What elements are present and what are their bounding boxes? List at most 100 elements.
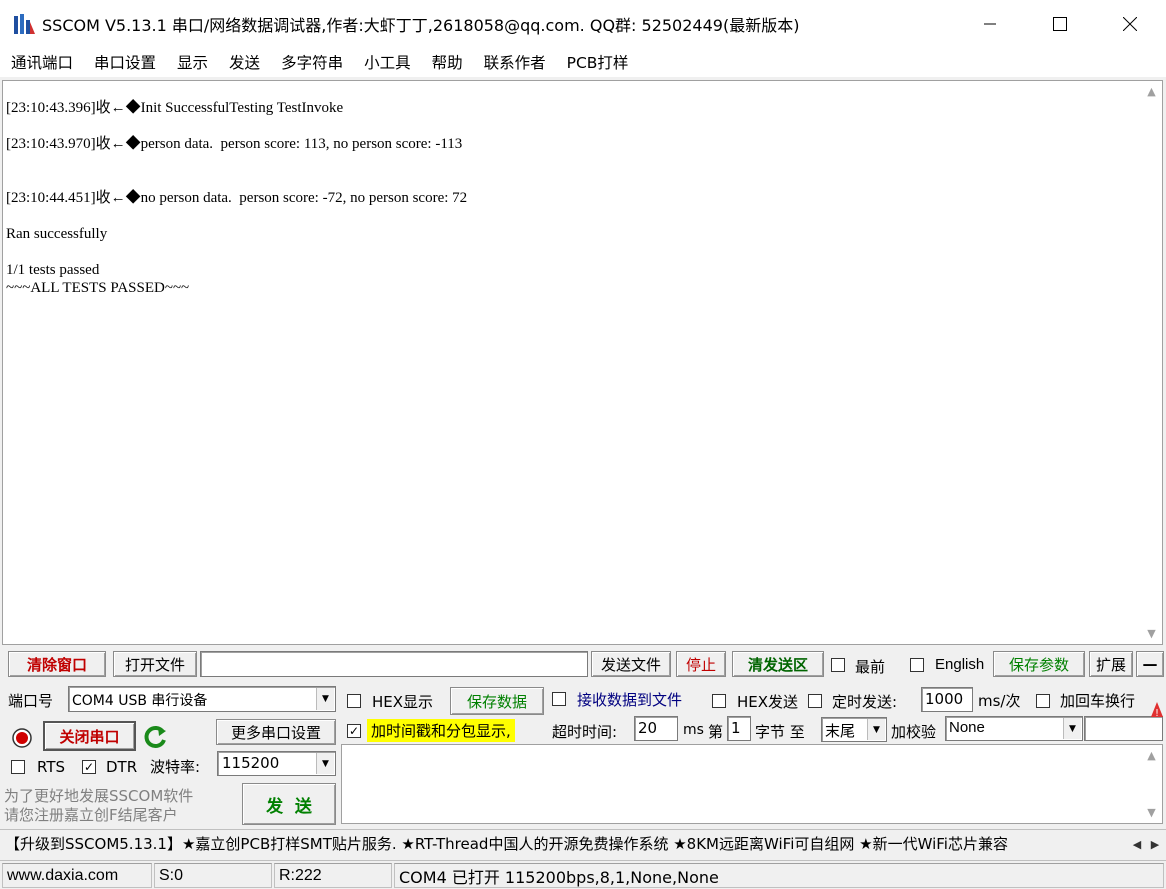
stop-label: 停止 <box>685 655 716 674</box>
stop-button[interactable]: 停止 <box>676 651 726 677</box>
file-path-input[interactable] <box>200 651 588 677</box>
status-received-count: R:222 <box>274 863 392 888</box>
promo-line-1: 为了更好地发展SSCOM软件 <box>4 787 194 805</box>
save-params-label: 保存参数 <box>1008 655 1069 674</box>
save-data-button[interactable]: 保存数据 <box>450 687 544 715</box>
receive-text-area[interactable]: [23:10:43.396]收←◆Init SuccessfulTesting … <box>2 80 1163 645</box>
port-select[interactable]: COM4 USB 串行设备 ▼ <box>68 686 336 712</box>
menu-comm-port[interactable]: 通讯端口 <box>11 51 73 73</box>
timeout-unit: ms <box>683 722 704 738</box>
receive-line: 1/1 tests passed <box>6 262 100 278</box>
byte-index-input[interactable]: 1 <box>727 716 751 741</box>
menu-bar: 通讯端口 串口设置 显示 发送 多字符串 小工具 帮助 联系作者 PCB打样 <box>0 47 1166 77</box>
status-sent-count: S:0 <box>154 863 272 888</box>
chevron-down-icon[interactable]: ▼ <box>316 688 334 710</box>
timeout-label: 超时时间: <box>552 723 618 741</box>
close-button[interactable] <box>1095 0 1165 47</box>
recv-to-file-checkbox[interactable] <box>552 692 566 706</box>
baud-select[interactable]: 115200 ▼ <box>217 751 336 776</box>
save-params-button[interactable]: 保存参数 <box>993 651 1085 677</box>
add-crlf-checkbox[interactable] <box>1036 694 1050 708</box>
save-data-label: 保存数据 <box>466 692 527 711</box>
refresh-icon[interactable] <box>143 724 169 750</box>
scroll-up-icon[interactable]: ▲ <box>1141 81 1162 102</box>
clear-window-button[interactable]: 清除窗口 <box>8 651 106 677</box>
menu-send[interactable]: 发送 <box>229 51 260 73</box>
chevron-down-icon[interactable]: ▼ <box>316 753 334 774</box>
close-port-label: 关闭串口 <box>59 727 120 746</box>
scroll-down-icon[interactable]: ▼ <box>1141 802 1162 823</box>
topmost-label: 最前 <box>855 658 886 676</box>
interval-input[interactable]: 1000 <box>921 687 973 712</box>
timestamp-checkbox[interactable]: ✓ <box>347 724 361 738</box>
open-file-label: 打开文件 <box>124 655 185 674</box>
to-select[interactable]: 末尾 ▼ <box>821 717 887 742</box>
send-scrollbar[interactable]: ▲ ▼ <box>1141 745 1162 823</box>
hex-send-label: HEX发送 <box>737 693 799 711</box>
interval-unit: ms/次 <box>978 692 1021 710</box>
send-label: 发 送 <box>266 796 312 817</box>
window-title: SSCOM V5.13.1 串口/网络数据调试器,作者:大虾丁丁,2618058… <box>42 16 800 35</box>
clear-send-label: 清发送区 <box>747 655 808 674</box>
port-label: 端口号 <box>8 692 54 710</box>
expand-label: 扩展 <box>1095 655 1126 674</box>
menu-serial-settings[interactable]: 串口设置 <box>94 51 156 73</box>
clear-window-label: 清除窗口 <box>26 655 87 674</box>
checksum-select[interactable]: None ▼ <box>945 716 1083 741</box>
menu-pcb[interactable]: PCB打样 <box>567 51 629 73</box>
hex-send-checkbox[interactable] <box>712 694 726 708</box>
dtr-label: DTR <box>106 758 138 776</box>
expand-button[interactable]: 扩展 <box>1089 651 1133 677</box>
menu-display[interactable]: 显示 <box>177 51 208 73</box>
receive-line <box>6 171 467 189</box>
app-icon <box>12 12 36 36</box>
menu-tools[interactable]: 小工具 <box>364 51 411 73</box>
scroll-up-icon[interactable]: ▲ <box>1141 745 1162 766</box>
receive-line: ~~~ALL TESTS PASSED~~~ <box>6 280 190 296</box>
more-serial-settings-button[interactable]: 更多串口设置 <box>216 719 336 745</box>
chevron-down-icon[interactable]: ▼ <box>867 719 885 740</box>
menu-contact-author[interactable]: 联系作者 <box>484 51 546 73</box>
scroll-left-icon[interactable]: ◀ <box>1128 834 1146 855</box>
send-file-button[interactable]: 发送文件 <box>591 651 671 677</box>
menu-multi-string[interactable]: 多字符串 <box>281 51 343 73</box>
timed-send-checkbox[interactable] <box>808 694 822 708</box>
collapse-button[interactable]: — <box>1136 651 1164 677</box>
more-settings-label: 更多串口设置 <box>230 723 321 742</box>
receive-line <box>6 117 467 135</box>
timestamp-label: 加时间戳和分包显示, <box>367 719 515 742</box>
send-text-area[interactable]: ▲ ▼ <box>341 744 1163 824</box>
english-checkbox[interactable] <box>910 658 924 672</box>
receive-line <box>6 243 467 261</box>
scroll-right-icon[interactable]: ▶ <box>1146 834 1164 855</box>
close-port-button[interactable]: 关闭串口 <box>43 721 136 751</box>
send-button[interactable]: 发 送 <box>242 783 336 825</box>
maximize-button[interactable] <box>1025 0 1095 47</box>
receive-line <box>6 207 467 225</box>
checksum-value: None <box>949 719 985 736</box>
open-file-button[interactable]: 打开文件 <box>113 651 197 677</box>
receive-scrollbar[interactable]: ▲ ▼ <box>1141 81 1162 644</box>
ad-text[interactable]: 【升级到SSCOM5.13.1】★嘉立创PCB打样SMT贴片服务. ★RT-Th… <box>0 833 1125 854</box>
collapse-label: — <box>1142 655 1158 673</box>
send-file-label: 发送文件 <box>600 655 661 674</box>
hex-display-checkbox[interactable] <box>347 694 361 708</box>
extra-input[interactable] <box>1084 716 1163 741</box>
port-status-icon <box>11 727 33 749</box>
dtr-checkbox[interactable]: ✓ <box>82 760 96 774</box>
rts-checkbox[interactable] <box>11 760 25 774</box>
svg-text:!: ! <box>1155 708 1159 719</box>
status-website[interactable]: www.daxia.com <box>2 863 152 888</box>
clear-send-button[interactable]: 清发送区 <box>732 651 824 677</box>
timeout-input[interactable]: 20 <box>634 716 678 741</box>
checksum-label: 加校验 <box>891 723 937 741</box>
status-bar: www.daxia.com S:0 R:222 COM4 已打开 115200b… <box>0 860 1166 889</box>
byte-index-value: 1 <box>731 719 741 737</box>
minimize-button[interactable] <box>955 0 1025 47</box>
to-value: 末尾 <box>825 722 856 740</box>
english-label: English <box>935 656 985 673</box>
topmost-checkbox[interactable] <box>831 658 845 672</box>
menu-help[interactable]: 帮助 <box>432 51 463 73</box>
chevron-down-icon[interactable]: ▼ <box>1063 718 1081 739</box>
scroll-down-icon[interactable]: ▼ <box>1141 623 1162 644</box>
